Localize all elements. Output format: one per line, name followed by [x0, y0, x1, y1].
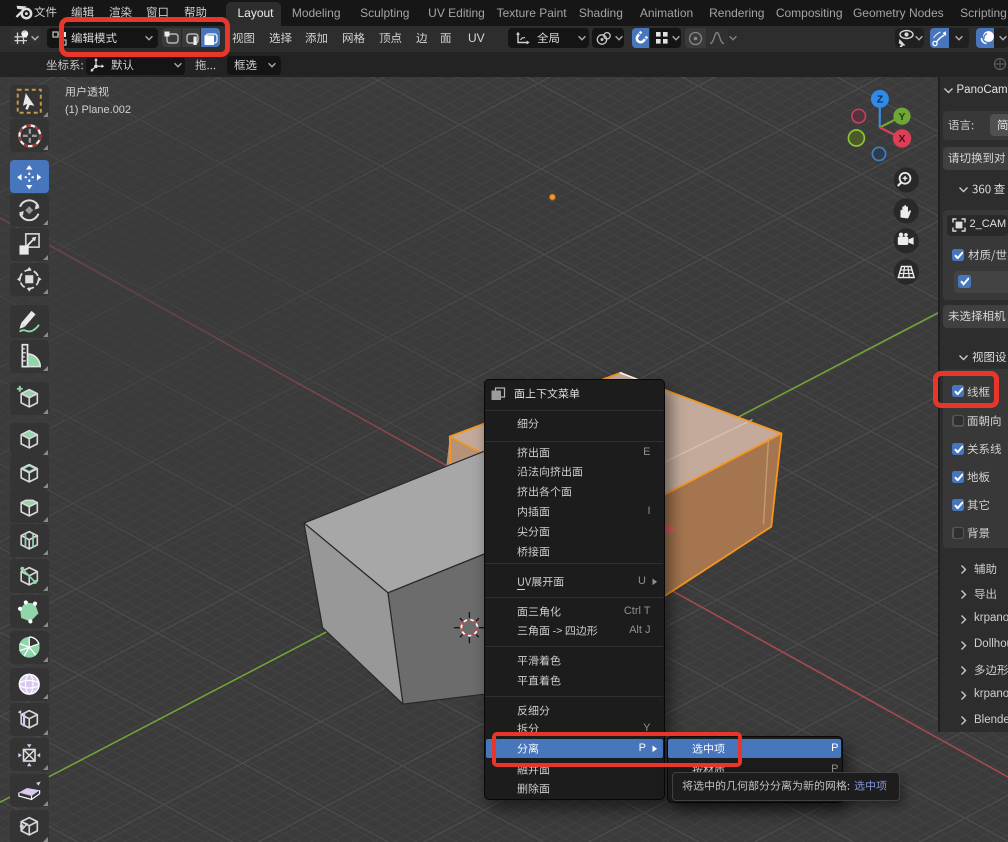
svg-text:Z: Z — [877, 94, 884, 106]
svg-text:X: X — [898, 133, 905, 145]
svg-text:Y: Y — [898, 111, 905, 123]
